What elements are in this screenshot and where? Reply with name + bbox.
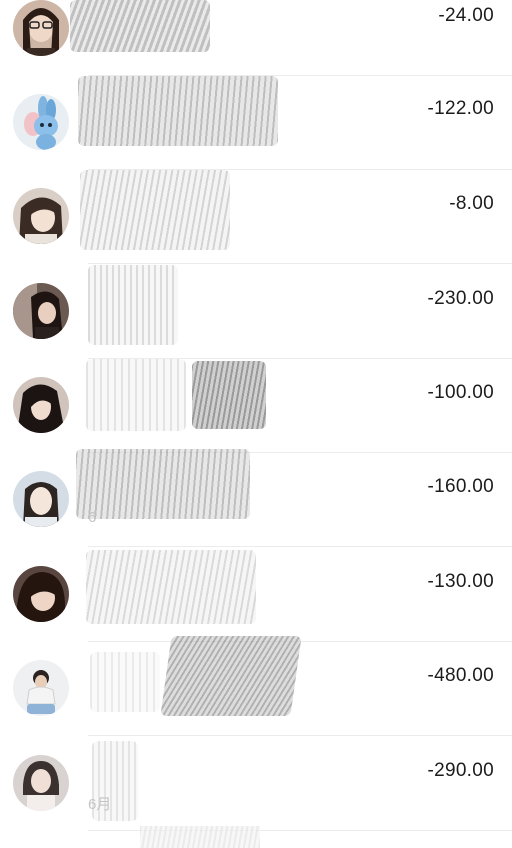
redacted-name: [78, 76, 278, 146]
redacted-name: [88, 265, 178, 345]
amount-text: -122.00: [427, 98, 494, 119]
transaction-row[interactable]: 6月 -290.00: [0, 737, 512, 831]
transaction-row[interactable]: -24.00: [0, 0, 512, 76]
redacted-name: [86, 550, 256, 624]
row-divider: [88, 546, 512, 547]
transaction-row[interactable]: -130.00: [0, 548, 512, 642]
amount-text: -24.00: [438, 5, 494, 26]
transaction-date: 6: [88, 509, 97, 526]
contact-avatar[interactable]: [13, 377, 69, 433]
contact-avatar[interactable]: [13, 755, 69, 811]
transaction-date: 6月: [88, 796, 112, 813]
amount-text: -130.00: [427, 571, 494, 592]
amount-text: -480.00: [427, 665, 494, 686]
contact-avatar[interactable]: [13, 0, 69, 56]
contact-avatar[interactable]: [13, 94, 69, 150]
transaction-row[interactable]: -230.00: [0, 265, 512, 359]
redacted-name: [140, 826, 260, 848]
amount-text: -160.00: [427, 476, 494, 497]
transaction-row[interactable]: -100.00: [0, 359, 512, 453]
transaction-row[interactable]: -122.00: [0, 76, 512, 170]
amount-text: -8.00: [449, 193, 494, 214]
row-divider: [88, 735, 512, 736]
amount-text: -100.00: [427, 382, 494, 403]
redacted-name: [90, 652, 160, 712]
redacted-name: [86, 359, 186, 431]
redacted-name: [192, 361, 266, 429]
contact-avatar[interactable]: [13, 283, 69, 339]
redacted-name: [80, 170, 230, 250]
transaction-row[interactable]: -480.00: [0, 636, 512, 736]
amount-text: -230.00: [427, 288, 494, 309]
contact-avatar[interactable]: [13, 660, 69, 716]
transaction-row[interactable]: -8.00: [0, 170, 512, 264]
row-divider: [88, 263, 512, 264]
contact-avatar[interactable]: [13, 188, 69, 244]
contact-avatar[interactable]: [13, 566, 69, 622]
redacted-name: [76, 449, 250, 519]
transaction-row[interactable]: 6 -160.00: [0, 449, 512, 547]
amount-text: -290.00: [427, 760, 494, 781]
redacted-name: [160, 636, 302, 716]
redacted-name: [70, 0, 210, 52]
contact-avatar[interactable]: [13, 471, 69, 527]
